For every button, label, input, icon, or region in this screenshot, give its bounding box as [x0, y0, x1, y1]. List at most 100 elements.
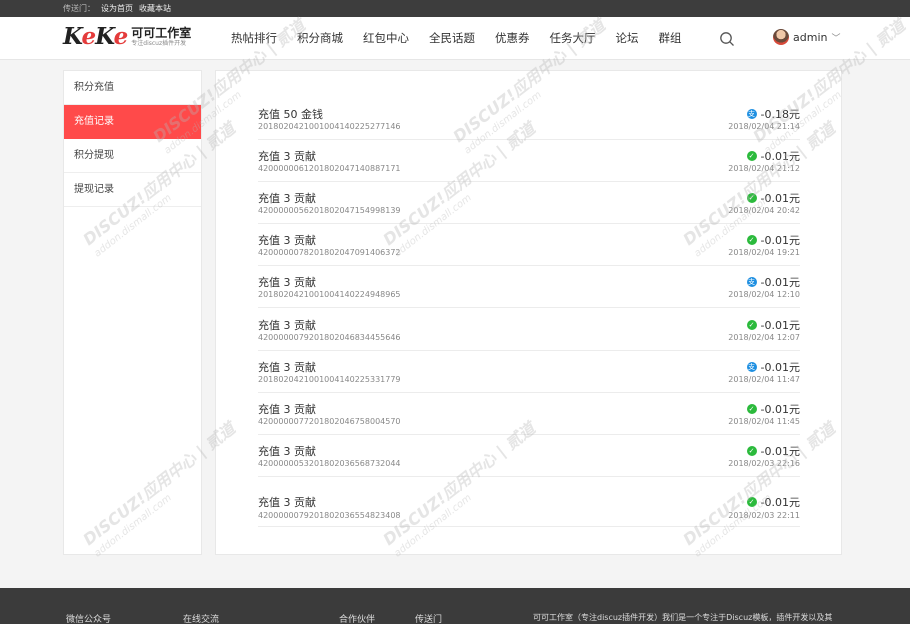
record-amount-wrap: ✓ -0.01元	[746, 232, 800, 248]
bookmark-link[interactable]: 收藏本站	[139, 4, 171, 13]
search-icon[interactable]	[719, 31, 735, 47]
record-order-id: 2018020421001004140225331779	[258, 375, 401, 384]
alipay-icon: 支	[746, 277, 757, 287]
record-date: 2018/02/04 11:47	[728, 375, 800, 384]
record-amount: -0.01元	[760, 276, 800, 289]
record-amount-wrap: 支 -0.01元	[746, 359, 800, 375]
record-order-id: 4200000056201802047154998139	[258, 206, 401, 215]
record-amount-wrap: 支 -0.18元	[746, 106, 800, 122]
footer-about: 可可工作室（专注discuz插件开发）我们是一个专注于Discuz模板，插件开发…	[533, 613, 833, 622]
record-amount: -0.18元	[760, 108, 800, 121]
sidebar-item-withdraw-records[interactable]: 提现记录	[64, 173, 201, 207]
record-amount: -0.01元	[760, 150, 800, 163]
record-row: 充值 3 贡献 4200000056201802047154998139 ✓ -0.0…	[258, 182, 800, 224]
record-row: 充值 3 贡献 4200000079201802036554823408 ✓ -0.0…	[258, 477, 800, 527]
alipay-icon: 支	[746, 362, 757, 372]
record-amount: -0.01元	[760, 445, 800, 458]
record-amount: -0.01元	[760, 319, 800, 332]
record-amount: -0.01元	[760, 192, 800, 205]
record-row: 充值 3 贡献 4200000078201802047091406372 ✓ -0.0…	[258, 224, 800, 266]
record-amount-wrap: ✓ -0.01元	[746, 443, 800, 459]
avatar	[773, 29, 789, 45]
nav-topics[interactable]: 全民话题	[429, 17, 475, 60]
record-order-id: 4200000061201802047140887171	[258, 164, 401, 173]
record-title: 充值 3 贡献	[258, 276, 316, 289]
record-row: 充值 3 贡献 4200000077201802046758004570 ✓ -0.0…	[258, 393, 800, 435]
wechat-icon: ✓	[746, 404, 757, 414]
footer-partners: 合作伙伴	[339, 615, 376, 624]
record-title: 充值 3 贡献	[258, 319, 316, 332]
record-amount-wrap: ✓ -0.01元	[746, 148, 800, 164]
nav-hot-threads[interactable]: 热帖排行	[231, 17, 277, 60]
wechat-icon: ✓	[746, 193, 757, 203]
sidebar-item-withdraw[interactable]: 积分提现	[64, 139, 201, 173]
logo-subtitle: 专注discuz插件开发	[131, 40, 187, 47]
wechat-icon: ✓	[746, 446, 757, 456]
record-date: 2018/02/04 20:42	[728, 206, 800, 215]
wechat-icon: ✓	[746, 320, 757, 330]
record-date: 2018/02/04 19:21	[728, 248, 800, 257]
record-date: 2018/02/04 12:07	[728, 333, 800, 342]
records-panel: 充值 50 金钱 2018020421001004140225277146 支 -0.…	[215, 70, 842, 555]
site-footer: 微信公众号 在线交流 合作伙伴 传送门 可可工作室（专注discuz插件开发）我…	[0, 588, 910, 624]
nav-points-mall[interactable]: 积分商城	[297, 17, 343, 60]
nav-groups[interactable]: 群组	[659, 17, 682, 60]
wechat-icon: ✓	[746, 235, 757, 245]
record-order-id: 2018020421001004140224948965	[258, 290, 401, 299]
record-date: 2018/02/03 22:16	[728, 459, 800, 468]
record-amount: -0.01元	[760, 234, 800, 247]
user-menu[interactable]: admin ﹀	[773, 29, 840, 45]
logo-mark: KeKe	[63, 23, 128, 50]
record-row: 充值 3 贡献 4200000061201802047140887171 ✓ -0.0…	[258, 140, 800, 182]
record-amount: -0.01元	[760, 361, 800, 374]
record-amount-wrap: ✓ -0.01元	[746, 401, 800, 417]
sidebar-item-recharge[interactable]: 积分充值	[64, 71, 201, 105]
nav-forum[interactable]: 论坛	[616, 17, 639, 60]
record-order-id: 4200000079201802046834455646	[258, 333, 401, 342]
record-row: 充值 3 贡献 4200000053201802036568732044 ✓ -0.0…	[258, 435, 800, 477]
record-title: 充值 3 贡献	[258, 403, 316, 416]
portal-prefix: 传送门：	[63, 4, 95, 13]
logo-title: 可可工作室	[131, 26, 192, 40]
site-header: KeKe 可可工作室 专注discuz插件开发 热帖排行 积分商城 红包中心 全…	[0, 17, 910, 60]
record-order-id: 4200000053201802036568732044	[258, 459, 401, 468]
record-amount-wrap: ✓ -0.01元	[746, 317, 800, 333]
wechat-icon: ✓	[746, 151, 757, 161]
record-title: 充值 3 贡献	[258, 192, 316, 205]
record-row: 充值 3 贡献 2018020421001004140225331779 支 -0.0…	[258, 351, 800, 393]
record-amount: -0.01元	[760, 496, 800, 509]
record-order-id: 2018020421001004140225277146	[258, 122, 401, 131]
sidebar-item-recharge-records[interactable]: 充值记录	[64, 105, 201, 139]
record-date: 2018/02/03 22:11	[728, 511, 800, 520]
footer-wechat: 微信公众号	[66, 615, 112, 624]
record-order-id: 4200000077201802046758004570	[258, 417, 401, 426]
record-row: 充值 3 贡献 4200000079201802046834455646 ✓ -0.0…	[258, 309, 800, 351]
record-date: 2018/02/04 11:45	[728, 417, 800, 426]
main-nav: 热帖排行 积分商城 红包中心 全民话题 优惠券 任务大厅 论坛 群组	[231, 17, 702, 60]
record-date: 2018/02/04 12:10	[728, 290, 800, 299]
record-title: 充值 3 贡献	[258, 361, 316, 374]
sidebar: 积分充值 充值记录 积分提现 提现记录	[63, 70, 202, 555]
record-date: 2018/02/04 21:12	[728, 164, 800, 173]
top-bar: 传送门： 设为首页 收藏本站	[0, 0, 910, 17]
record-title: 充值 3 贡献	[258, 150, 316, 163]
footer-portal: 传送门	[415, 615, 443, 624]
nav-tasks[interactable]: 任务大厅	[550, 17, 596, 60]
record-date: 2018/02/04 21:14	[728, 122, 800, 131]
record-title: 充值 3 贡献	[258, 234, 316, 247]
set-home-link[interactable]: 设为首页	[101, 4, 133, 13]
nav-red-packet[interactable]: 红包中心	[363, 17, 409, 60]
record-row: 充值 50 金钱 2018020421001004140225277146 支 -0.…	[258, 98, 800, 140]
nav-coupons[interactable]: 优惠券	[495, 17, 530, 60]
record-amount-wrap: ✓ -0.01元	[746, 494, 800, 510]
record-row: 充值 3 贡献 2018020421001004140224948965 支 -0.0…	[258, 266, 800, 308]
record-amount-wrap: 支 -0.01元	[746, 274, 800, 290]
record-order-id: 4200000078201802047091406372	[258, 248, 401, 257]
record-title: 充值 3 贡献	[258, 496, 316, 509]
site-logo[interactable]: KeKe 可可工作室 专注discuz插件开发	[63, 25, 191, 49]
footer-online: 在线交流	[183, 615, 220, 624]
record-amount: -0.01元	[760, 403, 800, 416]
record-order-id: 4200000079201802036554823408	[258, 511, 401, 520]
record-amount-wrap: ✓ -0.01元	[746, 190, 800, 206]
wechat-icon: ✓	[746, 497, 757, 507]
